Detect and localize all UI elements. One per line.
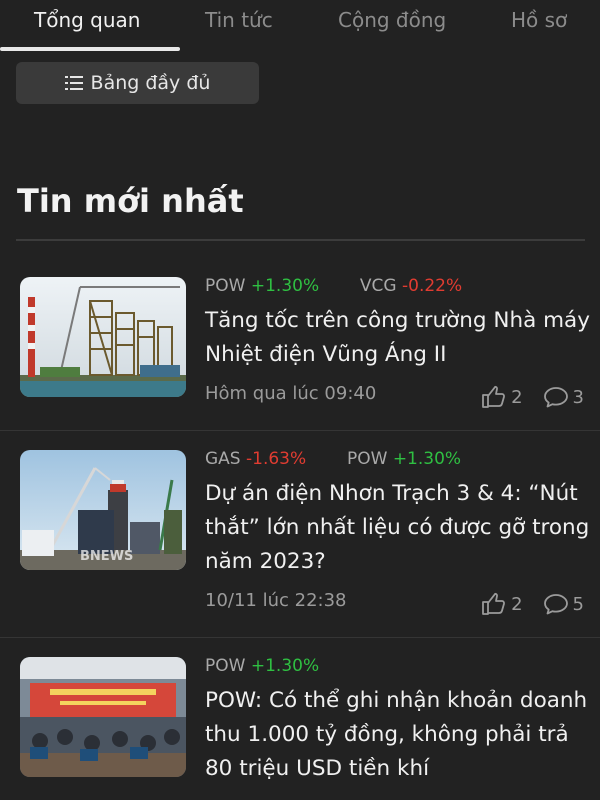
tab-news[interactable]: Tin tức xyxy=(205,8,273,32)
ticker-change: +1.30% xyxy=(250,276,320,296)
ticker-change: -0.22% xyxy=(402,276,463,296)
section-divider xyxy=(16,239,585,241)
news-stats: 2 5 xyxy=(481,592,584,616)
comment-count: 5 xyxy=(572,593,584,615)
news-headline[interactable]: Tăng tốc trên công trường Nhà máy Nhiệt … xyxy=(205,304,590,372)
news-time: 10/11 lúc 22:38 xyxy=(205,590,347,611)
news-separator xyxy=(0,637,600,638)
ticker-row: POW +1.30% xyxy=(205,656,319,676)
tab-profile[interactable]: Hồ sơ xyxy=(511,8,567,32)
list-icon xyxy=(64,76,83,90)
ticker-symbol[interactable]: VCG xyxy=(360,276,397,296)
ticker-change: +1.30% xyxy=(250,656,320,676)
ticker-change: -1.63% xyxy=(246,449,307,469)
ticker-symbol[interactable]: POW xyxy=(205,656,245,676)
comment-count: 3 xyxy=(572,386,584,408)
news-stats: 2 3 xyxy=(481,385,584,409)
ticker-change: +1.30% xyxy=(392,449,462,469)
news-headline[interactable]: POW: Có thể ghi nhận khoản doanh thu 1.0… xyxy=(205,684,590,786)
ticker-symbol[interactable]: POW xyxy=(205,276,245,296)
like-count: 2 xyxy=(511,593,523,615)
comment-icon[interactable] xyxy=(543,385,569,409)
thumbnail-watermark: BNEWS xyxy=(80,549,133,564)
ticker-row: GAS -1.63% POW +1.30% xyxy=(205,449,461,469)
news-thumbnail xyxy=(20,657,186,777)
tab-bar: Tổng quan Tin tức Cộng đồng Hồ sơ xyxy=(0,0,600,52)
ticker-symbol[interactable]: GAS xyxy=(205,449,241,469)
full-table-button[interactable]: Bảng đầy đủ xyxy=(16,62,259,104)
news-separator xyxy=(0,430,600,431)
ticker-symbol[interactable]: POW xyxy=(347,449,387,469)
ticker-row: POW +1.30% VCG -0.22% xyxy=(205,276,462,296)
news-time: Hôm qua lúc 09:40 xyxy=(205,383,377,404)
tab-overview[interactable]: Tổng quan xyxy=(34,8,140,32)
section-title: Tin mới nhất xyxy=(17,182,244,220)
thumbs-up-icon[interactable] xyxy=(481,385,507,409)
active-tab-indicator xyxy=(0,47,180,51)
full-table-label: Bảng đầy đủ xyxy=(90,72,211,94)
news-thumbnail xyxy=(20,277,186,397)
thumbs-up-icon[interactable] xyxy=(481,592,507,616)
news-thumbnail: BNEWS xyxy=(20,450,186,570)
news-headline[interactable]: Dự án điện Nhơn Trạch 3 & 4: “Nút thắt” … xyxy=(205,477,590,579)
comment-icon[interactable] xyxy=(543,592,569,616)
like-count: 2 xyxy=(511,386,523,408)
tab-community[interactable]: Cộng đồng xyxy=(338,8,446,32)
